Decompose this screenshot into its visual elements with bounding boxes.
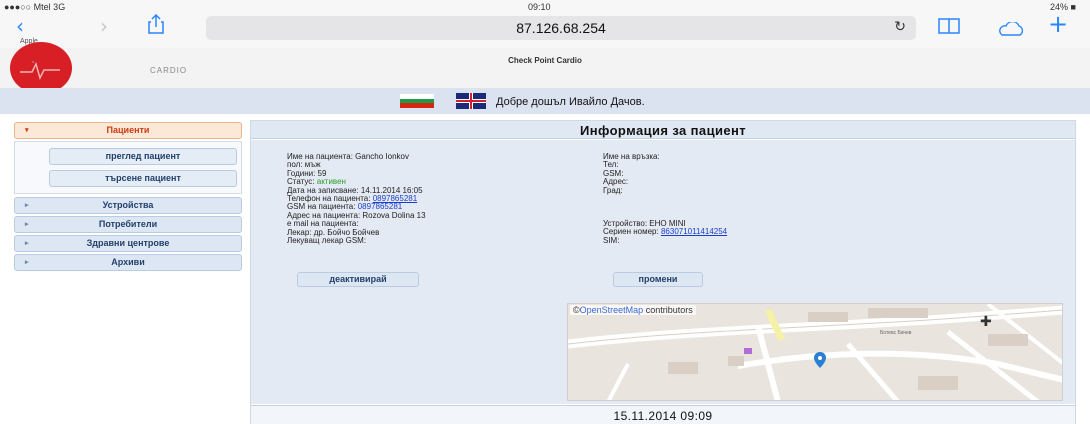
panel-body: Име на пациента: Gancho Ionkov пол: мъж … (251, 140, 1075, 404)
icloud-tabs-icon[interactable] (996, 19, 1026, 39)
sidebar-item-label: Здравни центрове (86, 238, 170, 248)
new-tab-icon[interactable]: + (1048, 12, 1068, 36)
contact-tel: Тел: (603, 160, 619, 170)
expand-arrow-icon: ▸ (25, 221, 29, 228)
patient-info-panel: Информация за пациент Име на пациента: G… (250, 120, 1076, 424)
logo-text: CARDIO (150, 66, 188, 75)
location-map[interactable]: ✚ ©OpenStreetMap contributors Ботевс Бач… (567, 303, 1063, 401)
browser-toolbar: ●●●○○ Mtel 3G 09:10 24% ■ ‹ Apple › 87.1… (0, 0, 1090, 48)
contact-and-device-details: Име на връзка: Тел: GSM: Адрес: Град: Ус… (603, 152, 883, 245)
sidebar-item-label: Архиви (111, 257, 145, 267)
contact-gsm: GSM: (603, 168, 624, 178)
expand-arrow-icon: ▸ (25, 202, 29, 209)
status-label: Статус: (287, 177, 315, 187)
status-bar: ●●●○○ Mtel 3G 09:10 24% ■ (0, 0, 1090, 14)
status-badge: активен (316, 177, 346, 187)
church-icon: ✚ (980, 313, 992, 329)
sidebar-item-label: Устройства (102, 200, 154, 210)
device-serial: Сериен номер: 863071011414254 (603, 228, 883, 236)
patient-name: Име на пациента: Gancho Ionkov (287, 152, 409, 161)
sidebar-item-users[interactable]: ▸ Потребители (14, 216, 242, 233)
contact-city: Град: (603, 185, 623, 195)
uk-flag-icon[interactable] (456, 93, 486, 109)
forward-arrow-icon[interactable]: › (100, 16, 108, 36)
expand-arrow-icon: ▸ (25, 240, 29, 247)
sidebar-item-archives[interactable]: ▸ Архиви (14, 254, 242, 271)
map-attribution: ©OpenStreetMap contributors (570, 305, 696, 315)
sidebar-item-label: Пациенти (106, 125, 150, 135)
url-text: 87.126.68.254 (516, 20, 606, 36)
share-icon[interactable] (148, 13, 164, 37)
device-sim: SIM: (603, 235, 620, 245)
doctor-gsm: Лекуващ лекар GSM: (287, 236, 367, 246)
deactivate-button[interactable]: деактивирай (297, 272, 419, 287)
change-device-button[interactable]: промени (613, 272, 703, 287)
search-patient-button[interactable]: търсене пациент (49, 170, 237, 187)
back-arrow-icon[interactable]: ‹ (16, 16, 24, 36)
bulgarian-flag-icon[interactable] (400, 94, 434, 108)
map-tiles: ✚ (568, 304, 1062, 400)
view-patient-button[interactable]: преглед пациент (49, 148, 237, 165)
contact-name: Име на връзка: (603, 152, 660, 161)
logo[interactable] (10, 42, 72, 94)
carrier-signal: ●●●○○ Mtel 3G (4, 2, 66, 12)
serial-link[interactable]: 863071011414254 (661, 227, 727, 236)
welcome-message: Добре дошъл Ивайло Дачов. (496, 96, 645, 108)
collapse-arrow-icon: ▾ (25, 127, 29, 134)
page-title: Информация за пациент (579, 123, 746, 138)
record-timestamp: 15.11.2014 09:09 (613, 409, 713, 423)
patient-details: Име на пациента: Gancho Ionkov пол: мъж … (287, 152, 577, 246)
sidebar-item-devices[interactable]: ▸ Устройства (14, 197, 242, 214)
contact-address: Адрес: (603, 177, 629, 187)
site-title: Check Point Cardio (508, 56, 582, 65)
sidebar-item-label: Потребители (98, 219, 158, 229)
timestamp-bar: 15.11.2014 09:09 (251, 405, 1075, 424)
patients-submenu: преглед пациент търсене пациент (14, 141, 242, 194)
panel-header: Информация за пациент (251, 121, 1075, 139)
sidebar-item-patients[interactable]: ▾ Пациенти (14, 122, 242, 139)
sidebar-menu: ▾ Пациенти преглед пациент търсене пацие… (14, 122, 242, 273)
sidebar-item-health-centers[interactable]: ▸ Здравни центрове (14, 235, 242, 252)
reload-icon[interactable]: ↻ (894, 19, 906, 35)
street-label: Ботевс Бачев (880, 330, 912, 336)
patient-gender: пол: мъж (287, 160, 321, 170)
clock: 09:10 (528, 2, 551, 12)
bookmarks-icon[interactable] (938, 17, 960, 37)
osm-link[interactable]: OpenStreetMap (580, 305, 644, 315)
address-bar[interactable]: 87.126.68.254 ↻ (206, 16, 916, 40)
expand-arrow-icon: ▸ (25, 259, 29, 266)
